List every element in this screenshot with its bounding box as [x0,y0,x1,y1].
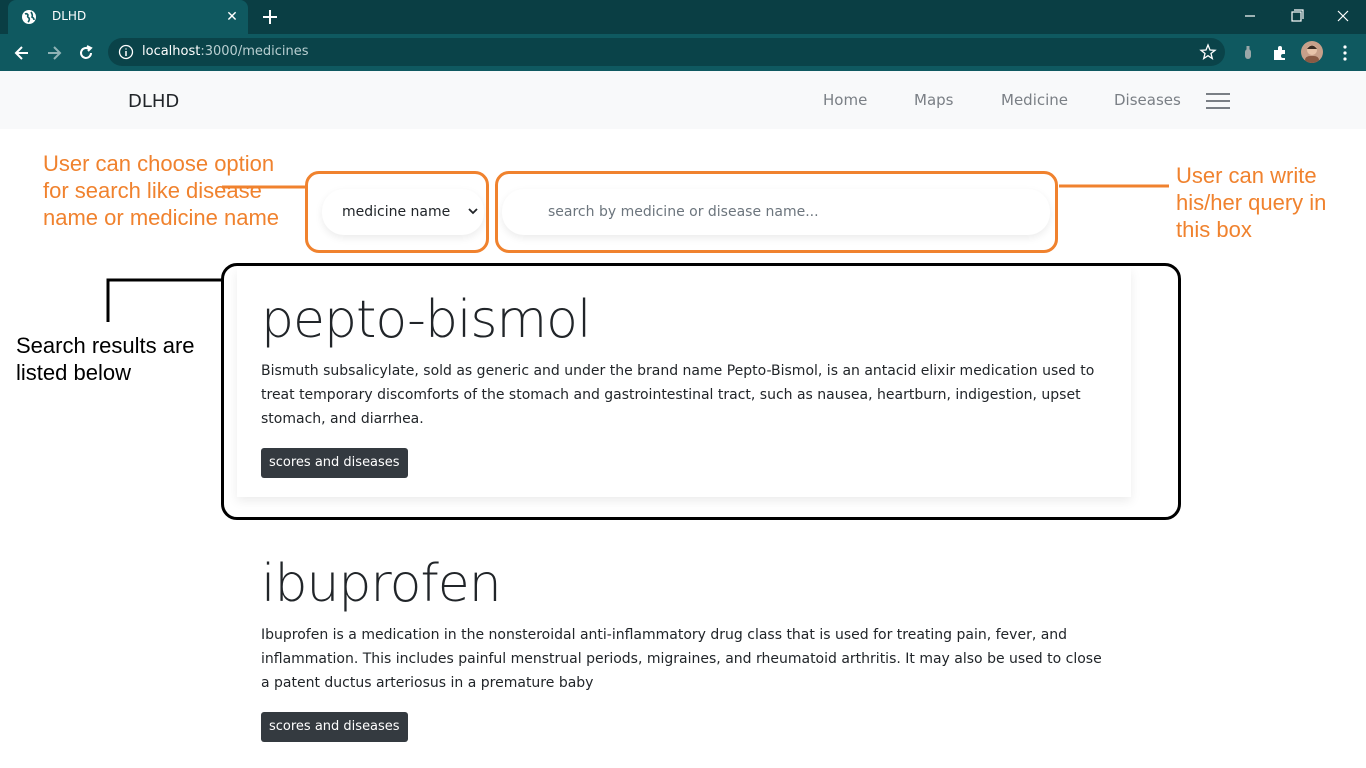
annotation-search-note: User can write his/her query in this box [1176,163,1327,242]
annotation-select-note: User can choose option for search like d… [43,151,280,230]
annotation-results-note: Search results are listed below [16,333,195,385]
